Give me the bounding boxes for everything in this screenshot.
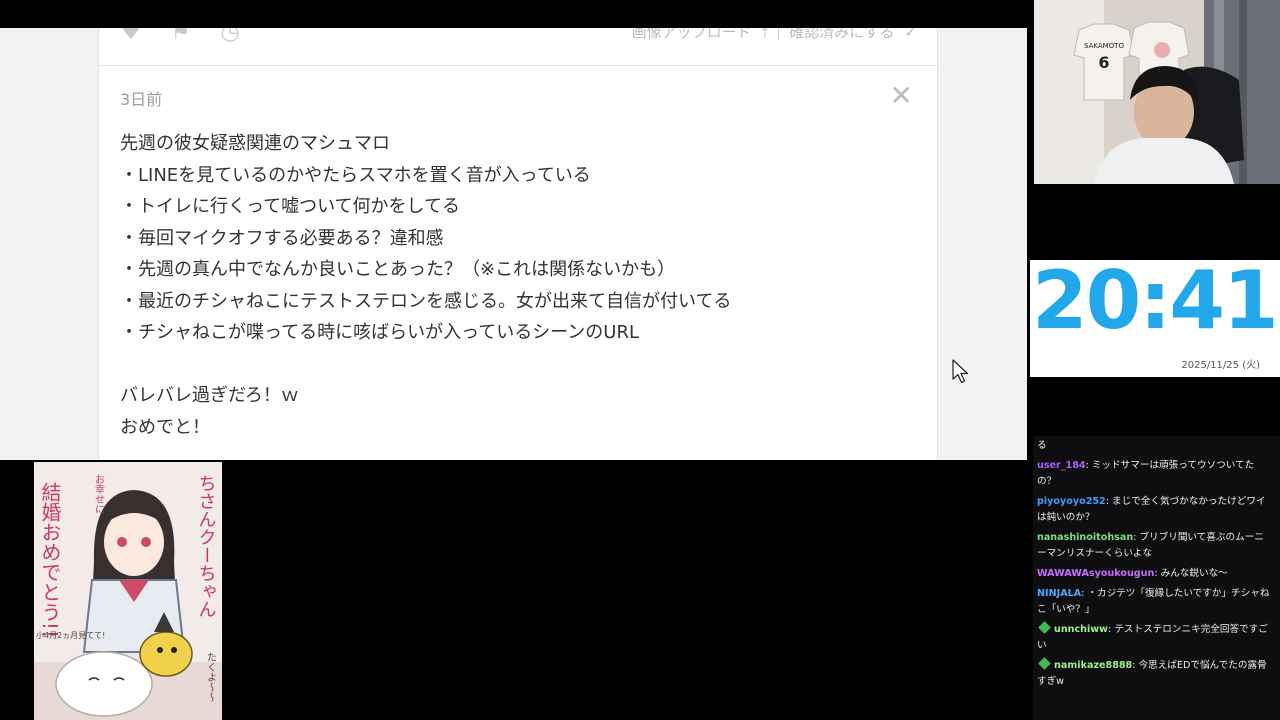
chat-username[interactable]: user_184 [1037, 460, 1086, 471]
chat-message: user_184: ミッドサマーは頑張ってウソついてたの？ [1033, 458, 1280, 490]
clock-time: 20:41 [1032, 260, 1279, 347]
chat-username[interactable]: piyoyoyo252 [1037, 496, 1106, 507]
message-line: ・チシャねこが喋ってる時に咳ばらいが入っているシーンのURL [120, 322, 640, 343]
clock-icon[interactable]: ◷ [220, 28, 239, 45]
previous-card-icons: ♥ ⚑ ◷ [121, 28, 240, 45]
chat-message: unnchiww: テストステロンニキ完全回答ですごい [1033, 621, 1280, 654]
chat-username[interactable]: NINJALA [1037, 588, 1081, 599]
clock-widget: 20:41 2025/11/25 (火) [1030, 260, 1280, 377]
chat-username[interactable]: WAWAWAsyoukougun [1037, 568, 1154, 579]
mouse-cursor-icon [952, 359, 969, 384]
stream-layout: ♥ ⚑ ◷ 画像アップロード ⤒ 確認済みにする ✓ 3日前 ✕ 先週の彼女疑惑… [0, 0, 1280, 720]
action-divider [778, 28, 780, 40]
chat-panel: る user_184: ミッドサマーは頑張ってウソついてたの？ piyoyoyo25… [1033, 436, 1280, 720]
message-line: ・トイレに行くって嘘ついて何かをしてる [120, 196, 461, 217]
chat-text: る [1037, 440, 1047, 451]
jersey-number: 6 [1098, 53, 1109, 72]
webcam-image: SAKAMOTO 6 [1034, 0, 1280, 184]
chat-username[interactable]: nanashinoitohsan [1037, 532, 1133, 543]
checkmark-icon[interactable]: ✓ [904, 28, 917, 41]
congrats-title: 結婚おめでとう!! [38, 482, 62, 638]
chat-username[interactable]: namikaze8888 [1054, 660, 1132, 671]
illustration-art: 結婚おめでとう!! ちさんクーちゃん お幸せに 小4月2ヵ月見てて! たくよ～～ [34, 462, 222, 720]
message-age: 3日前 [120, 90, 163, 109]
chat-text: みんな鋭いな～ [1160, 568, 1228, 579]
image-upload-link[interactable]: 画像アップロード [632, 28, 752, 42]
mark-checked-link[interactable]: 確認済みにする [789, 28, 894, 42]
heart-icon[interactable]: ♥ [121, 28, 141, 45]
message-line: ・先週の真ん中でなんか良いことあった？（※これは関係ないかも） [120, 259, 676, 280]
close-icon[interactable]: ✕ [890, 82, 913, 110]
chat-message: piyoyoyo252: まじで全く気づかなかったけどワイは鈍いのか？ [1033, 494, 1280, 526]
chat-message: nanashinoitohsan: ブリブリ聞いて喜ぶのムーニーマンリスナーくら… [1033, 530, 1280, 562]
marshmallow-message-card: 3日前 ✕ 先週の彼女疑惑関連のマシュマロ ・LINEを見ているのかやたらスマホ… [98, 66, 938, 460]
webcam-feed: SAKAMOTO 6 [1034, 0, 1280, 184]
congratulation-illustration: 結婚おめでとう!! ちさんクーちゃん お幸せに 小4月2ヵ月見てて! たくよ～～ [34, 462, 222, 720]
chat-message: namikaze8888: 今思えばEDで悩んでたの露骨すぎw [1033, 657, 1280, 690]
congrats-name: ちさんクーちゃん [196, 474, 217, 618]
chat-message: NINJALA: ・カジテツ「復縁したいですか」チシャねこ「いや？」 [1033, 586, 1280, 618]
message-line: 先週の彼女疑惑関連のマシュマロ [120, 133, 390, 154]
message-line: おめでと！ [120, 416, 210, 438]
previous-message-card: ♥ ⚑ ◷ 画像アップロード ⤒ 確認済みにする ✓ [98, 28, 938, 66]
flag-icon[interactable]: ⚑ [171, 28, 191, 45]
congrats-note-happy: お幸せに [93, 474, 105, 514]
message-line: バレバレ過ぎだろ！ｗ [120, 385, 299, 406]
browser-capture: ♥ ⚑ ◷ 画像アップロード ⤒ 確認済みにする ✓ 3日前 ✕ 先週の彼女疑惑… [0, 28, 1027, 460]
clock-date: 2025/11/25 (火) [1181, 360, 1260, 371]
message-line: ・最近のチシャねこにテストステロンを感じる。女が出来て自信が付いてる [120, 290, 732, 312]
message-body: 先週の彼女疑惑関連のマシュマロ ・LINEを見ているのかやたらスマホを置く音が入… [120, 128, 900, 443]
chat-message: WAWAWAsyoukougun: みんな鋭いな～ [1033, 566, 1280, 582]
jersey-name: SAKAMOTO [1084, 42, 1124, 50]
badge-icon [1038, 657, 1051, 670]
chat-username[interactable]: unnchiww [1054, 624, 1108, 635]
message-line: ・毎回マイクオフする必要ある？違和感 [120, 227, 444, 249]
message-line: ・LINEを見ているのかやたらスマホを置く音が入っている [120, 164, 591, 186]
chat-message: る [1033, 438, 1280, 454]
congrats-note-months: 小4月2ヵ月見てて! [36, 631, 105, 640]
upload-icon[interactable]: ⤒ [762, 28, 769, 41]
congrats-note-signature: たくよ～～ [205, 652, 216, 702]
badge-icon [1038, 621, 1051, 634]
previous-card-actions: 画像アップロード ⤒ 確認済みにする ✓ [632, 28, 917, 42]
